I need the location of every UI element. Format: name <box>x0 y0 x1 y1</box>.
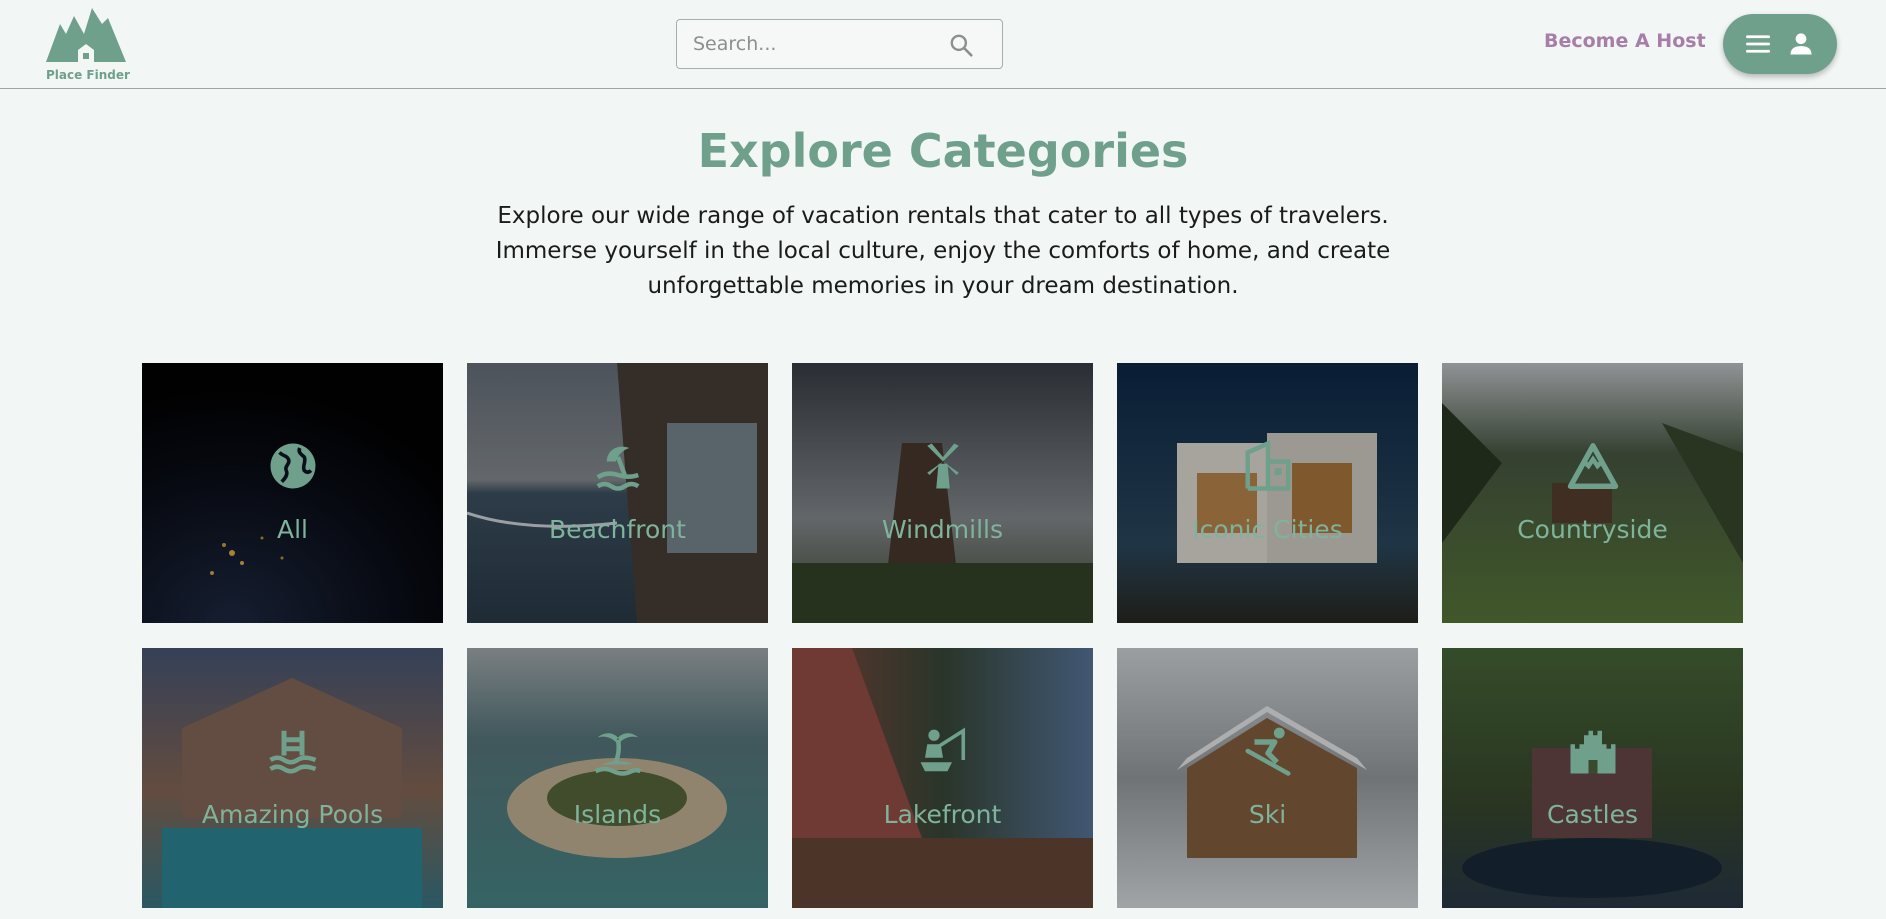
category-card-castles[interactable]: Castles <box>1442 648 1743 908</box>
category-label: Windmills <box>881 515 1004 544</box>
user-icon <box>1790 33 1812 55</box>
mountain-house-logo-icon <box>46 8 126 62</box>
category-label: Ski <box>1248 800 1287 829</box>
category-card-islands[interactable]: Islands <box>467 648 768 908</box>
mountain-icon <box>1567 443 1619 489</box>
tile-overlay <box>1117 363 1418 623</box>
category-card-amazing-pools[interactable]: Amazing Pools <box>142 648 443 908</box>
logo-text: Place Finder <box>46 68 130 82</box>
tile-overlay <box>467 648 768 908</box>
category-card-countryside[interactable]: Countryside <box>1442 363 1743 623</box>
tile-overlay <box>142 648 443 908</box>
tile-overlay <box>792 648 1093 908</box>
skiing-icon <box>1245 727 1291 776</box>
category-card-windmills[interactable]: Windmills <box>792 363 1093 623</box>
tile-overlay <box>1442 363 1743 623</box>
logo[interactable]: Place Finder <box>44 4 130 84</box>
tile-overlay <box>1442 648 1743 908</box>
search-icon[interactable] <box>948 32 974 58</box>
top-navbar: Place Finder Become A Host <box>0 0 1886 89</box>
globe-icon <box>270 443 316 489</box>
become-host-link[interactable]: Become A Host <box>1544 30 1706 52</box>
category-label: Countryside <box>1517 515 1668 544</box>
castle-icon <box>1570 730 1616 774</box>
category-label: Amazing Pools <box>201 800 384 829</box>
category-card-beachfront[interactable]: Beachfront <box>467 363 768 623</box>
category-card-iconic-cities[interactable]: Iconic Cities <box>1117 363 1418 623</box>
category-card-ski[interactable]: Ski <box>1117 648 1418 908</box>
island-palm-icon <box>594 733 642 776</box>
category-label: Islands <box>573 800 662 829</box>
category-label: Castles <box>1547 800 1638 829</box>
tile-overlay <box>792 363 1093 623</box>
user-menu-button[interactable] <box>1723 14 1837 74</box>
category-label: Iconic Cities <box>1192 515 1343 544</box>
search-box <box>676 19 1003 69</box>
city-building-icon <box>1245 440 1291 491</box>
category-label: Beachfront <box>549 515 686 544</box>
fishing-icon <box>920 727 966 772</box>
tile-overlay <box>1117 648 1418 908</box>
category-label: Lakefront <box>883 800 1002 829</box>
umbrella-beach-icon <box>596 446 640 491</box>
category-card-lakefront[interactable]: Lakefront <box>792 648 1093 908</box>
tile-overlay <box>467 363 768 623</box>
category-label: All <box>277 515 308 544</box>
page-title: Explore Categories <box>697 124 1189 178</box>
pool-icon <box>269 730 317 774</box>
page-description: Explore our wide range of vacation renta… <box>495 203 1391 299</box>
windmill-icon <box>927 443 959 489</box>
search-input[interactable] <box>677 20 947 68</box>
hamburger-menu-icon <box>1746 35 1770 53</box>
tile-overlay <box>142 363 443 623</box>
category-card-all[interactable]: All <box>142 363 443 623</box>
